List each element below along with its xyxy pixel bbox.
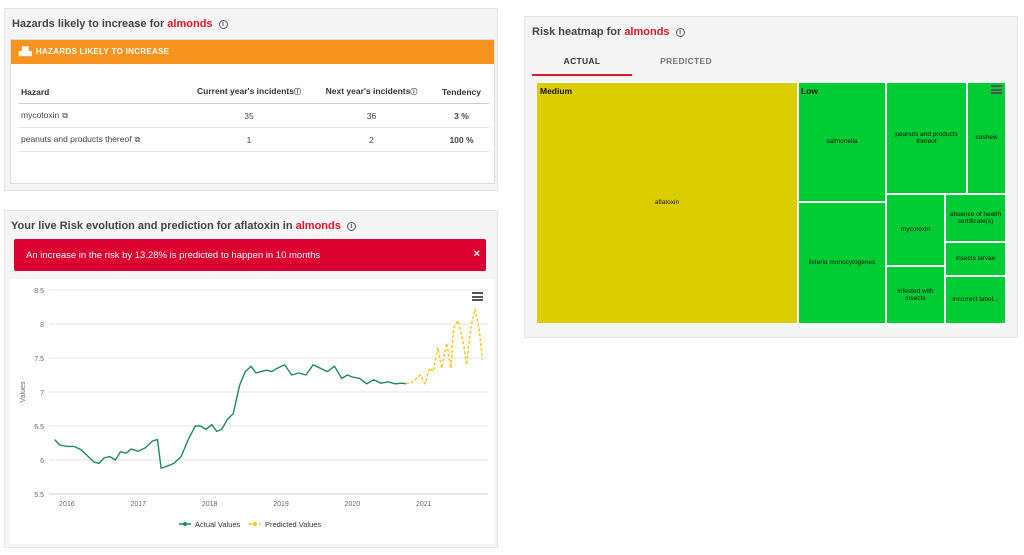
y-tick-label: 6: [40, 458, 44, 465]
risk-line-chart: 5.5 6 6.5 7 7.5 8 8.5 2016 2017 2018 2019 2020 2021 V…: [20, 288, 488, 529]
treemap-cell-listeria[interactable]: listeria monocytogenes: [798, 202, 886, 324]
treemap-group-medium: Medium: [540, 86, 573, 96]
info-icon[interactable]: ⓘ: [294, 89, 301, 96]
treemap-cell-infested[interactable]: infested with insects: [886, 266, 945, 324]
col-tendency: Tendency: [434, 80, 489, 104]
info-icon[interactable]: i: [346, 222, 356, 231]
close-icon[interactable]: ×: [474, 248, 480, 260]
heatmap-panel-title: Risk heatmap for almonds i: [532, 26, 685, 38]
series-line-actual: [54, 364, 407, 469]
hazard-link[interactable]: mycotoxin ⧉: [19, 103, 189, 128]
tab-actual[interactable]: ACTUAL: [532, 48, 632, 76]
treemap-cell-mycotoxin[interactable]: mycotoxin: [886, 194, 945, 266]
table-row: mycotoxin ⧉ 35 36 3 %: [19, 103, 489, 128]
legend-label: Actual Values: [195, 520, 241, 529]
heatmap-treemap: aflatoxin Medium salmonella peanuts and …: [536, 82, 1006, 324]
y-tick-label: 6.5: [34, 424, 44, 431]
col-hazard: Hazard: [19, 80, 189, 104]
hazards-table: Hazard Current year's incidentsⓘ Next ye…: [19, 80, 489, 152]
legend-marker: [253, 522, 257, 526]
x-tick-label: 2020: [345, 501, 361, 508]
hazards-panel-title: Hazards likely to increase for almonds i: [12, 18, 228, 30]
info-icon[interactable]: i: [675, 28, 685, 37]
y-tick-label: 8.5: [34, 288, 44, 295]
col-next: Next year's incidentsⓘ: [309, 80, 434, 104]
external-link-icon[interactable]: ⧉: [135, 135, 141, 144]
x-tick-label: 2019: [273, 501, 289, 508]
heatmap-tabs: ACTUAL PREDICTED: [532, 48, 1002, 76]
hazard-link[interactable]: peanuts and products thereof ⧉: [19, 127, 189, 152]
treemap-cell-insects-larvae[interactable]: insects larvae: [945, 242, 1006, 276]
tab-predicted[interactable]: PREDICTED: [636, 48, 736, 76]
treemap-cell-absence-health-cert[interactable]: absence of health certificate(s): [945, 194, 1006, 242]
x-tick-label: 2021: [416, 501, 432, 508]
y-tick-label: 7.5: [34, 356, 44, 363]
x-tick-label: 2017: [130, 501, 146, 508]
col-current: Current year's incidentsⓘ: [189, 80, 309, 104]
y-tick-label: 8: [40, 322, 44, 329]
y-tick-label: 5.5: [34, 492, 44, 499]
external-link-icon[interactable]: ⧉: [62, 111, 68, 120]
risk-alert: An increase in the risk by 13.28% is pre…: [14, 239, 486, 271]
legend-marker: [183, 522, 187, 526]
legend-label: Predicted Values: [265, 520, 321, 529]
evolution-panel-title: Your live Risk evolution and prediction …: [11, 220, 356, 232]
heatmap-menu-icon[interactable]: [991, 85, 1002, 94]
x-tick-label: 2016: [59, 501, 75, 508]
hazards-bar: ▟▙ HAZARDS LIKELY TO INCREASE: [11, 40, 494, 64]
info-icon[interactable]: ⓘ: [410, 89, 417, 96]
treemap-group-low: Low: [801, 86, 818, 96]
treemap-cell-aflatoxin[interactable]: aflatoxin: [536, 82, 798, 324]
treemap-cell-salmonella[interactable]: salmonella: [798, 82, 886, 202]
y-axis-label: Values: [20, 381, 27, 402]
treemap-cell-incorrect-label[interactable]: incorrect label...: [945, 276, 1006, 324]
treemap-cell-cashew[interactable]: cashew: [967, 82, 1006, 194]
info-icon[interactable]: i: [218, 20, 228, 29]
table-row: peanuts and products thereof ⧉ 1 2 100 %: [19, 127, 489, 152]
y-tick-label: 7: [40, 390, 44, 397]
series-line-predicted: [405, 308, 483, 385]
x-tick-label: 2018: [202, 501, 218, 508]
treemap-cell-peanuts[interactable]: peanuts and products thereof: [886, 82, 967, 194]
factory-icon: ▟▙: [19, 47, 32, 56]
